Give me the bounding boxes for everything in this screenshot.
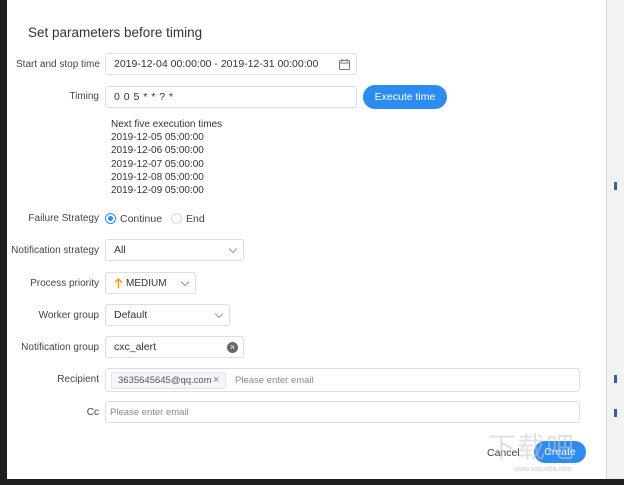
timing-cron-value: 0 0 5 * * ? * bbox=[114, 91, 174, 103]
window-left-edge bbox=[0, 0, 7, 485]
clear-icon[interactable]: × bbox=[227, 342, 238, 353]
watermark-logo: 下载吧 bbox=[488, 432, 576, 463]
cc-placeholder: Please enter email bbox=[110, 406, 189, 418]
next-times-title: Next five execution times bbox=[111, 119, 223, 130]
start-stop-time-label: Start and stop time bbox=[16, 59, 100, 70]
start-stop-time-value: 2019-12-04 00:00:00 - 2019-12-31 00:00:0… bbox=[114, 58, 319, 70]
notification-strategy-select[interactable]: All bbox=[105, 239, 244, 261]
timing-label: Timing bbox=[69, 91, 99, 102]
execute-time-button[interactable]: Execute time bbox=[363, 85, 447, 109]
window-bottom-edge bbox=[0, 479, 624, 485]
strip-marker bbox=[614, 409, 617, 417]
recipient-label: Recipient bbox=[57, 374, 99, 385]
notification-group-select[interactable]: cxc_alert bbox=[105, 336, 244, 358]
next-time-item: 2019-12-09 05:00:00 bbox=[111, 185, 204, 197]
notification-group-label: Notification group bbox=[21, 342, 99, 353]
failure-strategy-label: Failure Strategy bbox=[28, 213, 99, 224]
next-execution-times: Next five execution times 2019-12-05 05:… bbox=[111, 118, 222, 197]
next-time-item: 2019-12-07 05:00:00 bbox=[111, 158, 204, 170]
strip-marker bbox=[614, 182, 617, 190]
next-time-item: 2019-12-06 05:00:00 bbox=[111, 145, 204, 157]
close-icon[interactable]: × bbox=[213, 374, 219, 386]
timing-cron-input[interactable]: 0 0 5 * * ? * bbox=[105, 86, 357, 108]
chevron-down-icon bbox=[214, 309, 224, 319]
notification-strategy-value: All bbox=[114, 244, 126, 256]
radio-end-label[interactable]: End bbox=[186, 213, 205, 225]
notification-strategy-label: Notification strategy bbox=[11, 245, 99, 256]
notification-group-value: cxc_alert bbox=[114, 341, 157, 353]
next-time-item: 2019-12-05 05:00:00 bbox=[111, 132, 204, 144]
recipient-tag[interactable]: 3635645645@qq.com × bbox=[111, 372, 226, 389]
chevron-down-icon bbox=[228, 244, 238, 254]
recipient-tag-label: 3635645645@qq.com bbox=[118, 375, 212, 386]
cc-input[interactable]: Please enter email bbox=[105, 401, 580, 423]
worker-group-value: Default bbox=[114, 309, 148, 321]
radio-continue-label[interactable]: Continue bbox=[120, 213, 162, 225]
strip-marker bbox=[614, 375, 617, 383]
watermark-url: www.xiazaiba.com bbox=[514, 466, 572, 473]
radio-end[interactable] bbox=[171, 213, 182, 224]
worker-group-select[interactable]: Default bbox=[105, 304, 230, 326]
background-scroll-strip bbox=[606, 0, 624, 485]
radio-continue[interactable] bbox=[105, 213, 116, 224]
arrow-up-icon bbox=[114, 278, 123, 289]
worker-group-label: Worker group bbox=[38, 310, 99, 321]
recipient-placeholder: Please enter email bbox=[235, 375, 314, 386]
process-priority-label: Process priority bbox=[30, 278, 99, 289]
chevron-down-icon bbox=[180, 277, 190, 287]
calendar-icon[interactable] bbox=[339, 59, 350, 70]
next-time-item: 2019-12-08 05:00:00 bbox=[111, 171, 204, 183]
cc-label: Cc bbox=[86, 407, 99, 418]
process-priority-select[interactable]: MEDIUM bbox=[105, 272, 196, 294]
dialog-title: Set parameters before timing bbox=[28, 25, 203, 40]
start-stop-time-picker[interactable]: 2019-12-04 00:00:00 - 2019-12-31 00:00:0… bbox=[105, 53, 357, 75]
